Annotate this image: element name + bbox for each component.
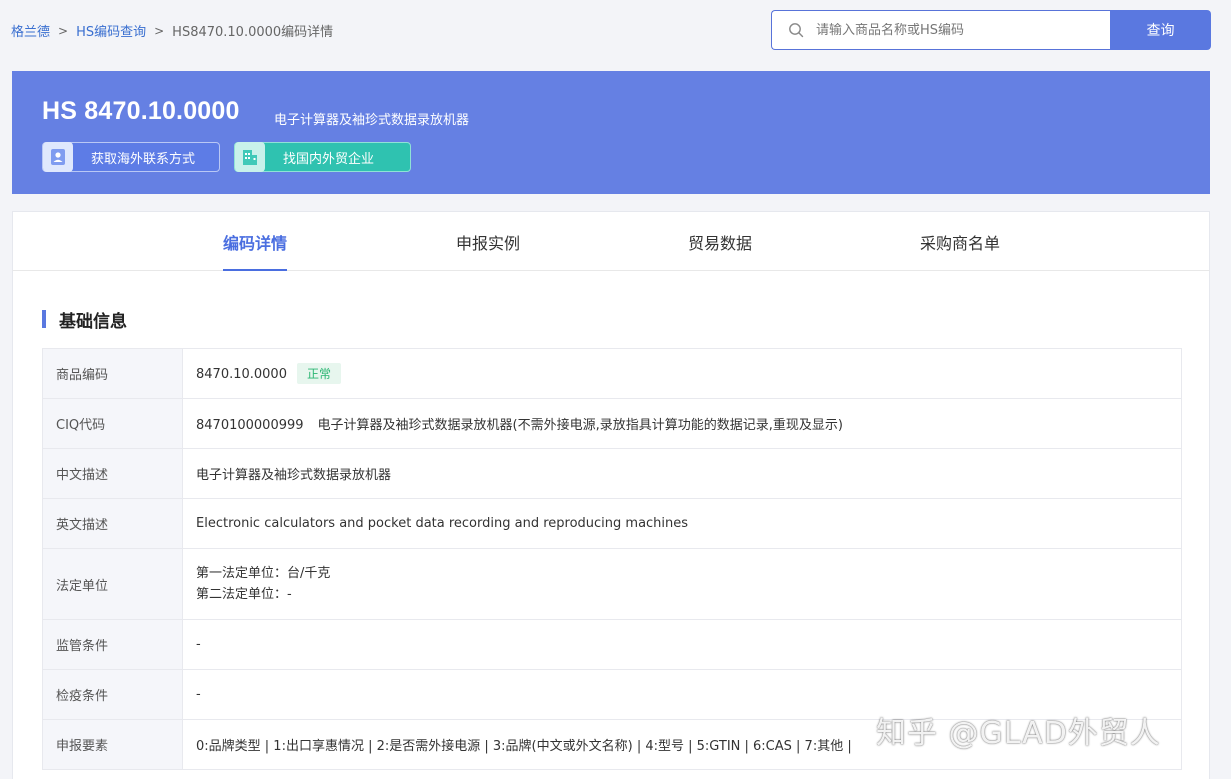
tab-trade-data[interactable]: 贸易数据 — [686, 212, 754, 271]
commodity-code: 8470.10.0000 — [196, 367, 287, 382]
search-input[interactable] — [816, 22, 1096, 38]
top-bar: 格兰德 > HS编码查询 > HS8470.10.0000编码详情 查询 — [0, 0, 1231, 60]
row-label: 检疫条件 — [42, 669, 183, 720]
section-title-bar — [42, 310, 46, 328]
watermark: 知乎 @GLAD外贸人 — [876, 716, 1161, 751]
row-value: 8470.10.0000 正常 — [182, 348, 1182, 399]
tab-buyer-list[interactable]: 采购商名单 — [918, 212, 1002, 271]
contact-card-icon — [43, 142, 73, 172]
chinese-description: 电子计算器及袖珍式数据录放机器 — [182, 448, 1182, 499]
breadcrumb-separator: > — [58, 23, 69, 38]
table-row: 商品编码 8470.10.0000 正常 — [42, 348, 1182, 399]
tab-code-details[interactable]: 编码详情 — [223, 212, 287, 271]
hs-code-name: 电子计算器及袖珍式数据录放机器 — [274, 113, 470, 128]
hs-code-title: HS 8470.10.0000 — [42, 97, 240, 125]
hs-header-banner: HS 8470.10.0000 电子计算器及袖珍式数据录放机器 获取海外联系方式 — [12, 71, 1210, 194]
find-trade-company-button[interactable]: 找国内外贸企业 — [234, 142, 411, 172]
row-value: 第一法定单位：台/千克 第二法定单位：- — [182, 548, 1182, 620]
tab-declaration-examples[interactable]: 申报实例 — [455, 212, 521, 271]
basic-info-table: 商品编码 8470.10.0000 正常 CIQ代码 8470100000999 电… — [42, 348, 1182, 770]
breadcrumb-current: HS8470.10.0000编码详情 — [172, 25, 334, 40]
table-row: 监管条件 - — [42, 619, 1182, 670]
breadcrumb-hs-query-link[interactable]: HS编码查询 — [76, 21, 146, 40]
first-legal-unit: 第一法定单位：台/千克 — [196, 566, 331, 581]
get-overseas-contact-button[interactable]: 获取海外联系方式 — [42, 142, 220, 172]
row-label: 中文描述 — [42, 448, 183, 499]
breadcrumb: 格兰德 > HS编码查询 > HS8470.10.0000编码详情 — [11, 21, 334, 41]
get-overseas-contact-label: 获取海外联系方式 — [91, 151, 196, 167]
details-panel: 基础信息 商品编码 8470.10.0000 正常 CIQ代码 847010000… — [12, 271, 1210, 779]
section-title-text: 基础信息 — [59, 311, 127, 332]
status-badge: 正常 — [296, 363, 341, 384]
building-icon — [235, 142, 265, 172]
table-row: 英文描述 Electronic calculators and pocket d… — [42, 498, 1182, 549]
search-bar: 查询 — [771, 10, 1211, 50]
tab-bar: 编码详情 申报实例 贸易数据 采购商名单 — [12, 211, 1210, 271]
section-title: 基础信息 — [42, 309, 127, 332]
row-label: 监管条件 — [42, 619, 183, 670]
search-button[interactable]: 查询 — [1110, 10, 1211, 50]
second-legal-unit: 第二法定单位：- — [196, 587, 292, 602]
ciq-code: 8470100000999 — [196, 418, 304, 433]
english-description: Electronic calculators and pocket data r… — [182, 498, 1182, 549]
search-icon — [789, 23, 804, 38]
ciq-description: 电子计算器及袖珍式数据录放机器(不需外接电源,录放指具计算功能的数据记录,重现及… — [317, 418, 843, 433]
row-label: 申报要素 — [42, 719, 183, 770]
table-row: CIQ代码 8470100000999 电子计算器及袖珍式数据录放机器(不需外接电… — [42, 398, 1182, 449]
row-label: 英文描述 — [42, 498, 183, 549]
row-value: 8470100000999 电子计算器及袖珍式数据录放机器(不需外接电源,录放指具… — [182, 398, 1182, 449]
row-label: 法定单位 — [42, 548, 183, 620]
supervision-conditions: - — [182, 619, 1182, 670]
row-label: CIQ代码 — [42, 398, 183, 449]
breadcrumb-separator: > — [154, 23, 165, 38]
breadcrumb-home-link[interactable]: 格兰德 — [11, 21, 50, 40]
table-row: 中文描述 电子计算器及袖珍式数据录放机器 — [42, 448, 1182, 499]
row-label: 商品编码 — [42, 348, 183, 399]
table-row: 法定单位 第一法定单位：台/千克 第二法定单位：- — [42, 548, 1182, 620]
find-trade-company-label: 找国内外贸企业 — [283, 151, 375, 167]
search-box[interactable] — [771, 10, 1110, 50]
